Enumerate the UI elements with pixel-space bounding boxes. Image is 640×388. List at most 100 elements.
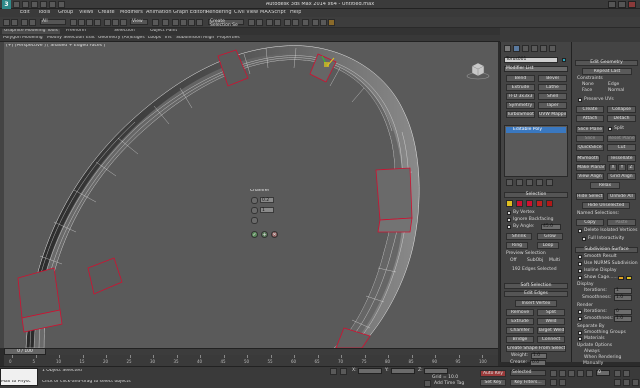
- render-iterations-field[interactable]: 0: [614, 309, 632, 315]
- new-file-icon[interactable]: [13, 1, 20, 8]
- menu-graph-editors[interactable]: Graph Editors: [173, 10, 207, 15]
- use-nurms-checkbox[interactable]: [578, 262, 582, 266]
- layer-manager-icon[interactable]: [266, 19, 273, 26]
- reset-plane-button[interactable]: Reset Plane: [607, 135, 636, 142]
- y-coordinate-field[interactable]: [391, 368, 415, 374]
- project-folder-icon[interactable]: [58, 1, 65, 8]
- connect-button[interactable]: Connect: [537, 336, 565, 343]
- ribbon-loops[interactable]: Loops: [148, 36, 161, 41]
- rectangle-selection-icon[interactable]: [86, 19, 93, 26]
- modify-tab-icon[interactable]: [513, 45, 520, 52]
- pivot-icon[interactable]: [152, 19, 159, 26]
- rotate-icon[interactable]: [112, 19, 119, 26]
- caddy-ok-icon[interactable]: ✓: [251, 231, 258, 238]
- cut-button[interactable]: Cut: [607, 144, 636, 151]
- show-end-result-icon[interactable]: [516, 179, 523, 186]
- attach-button[interactable]: Attach: [576, 115, 604, 122]
- redo-toolbar-icon[interactable]: [11, 19, 18, 26]
- orbit-icon[interactable]: [623, 379, 630, 386]
- key-filters-button[interactable]: Key Filters...: [510, 379, 546, 386]
- pin-stack-icon[interactable]: [506, 179, 513, 186]
- cage-color-2-swatch[interactable]: [626, 276, 632, 280]
- ribbon-polygon-modeling[interactable]: Polygon Modeling: [3, 36, 43, 41]
- menu-maxscript[interactable]: MAXScript: [260, 10, 286, 15]
- bevel-button[interactable]: Bevel: [538, 75, 567, 82]
- ribbon-tris[interactable]: Tris: [164, 36, 172, 41]
- minimize-icon[interactable]: [608, 1, 616, 8]
- snaps-toggle-icon[interactable]: [172, 19, 179, 26]
- modifier-list-dropdown[interactable]: Modifier List: [504, 66, 568, 72]
- constraint-face-radio[interactable]: Face: [582, 88, 592, 94]
- tab-selection[interactable]: Selection: [114, 29, 135, 34]
- create-button[interactable]: Create: [576, 106, 604, 113]
- hierarchy-tab-icon[interactable]: [522, 45, 529, 52]
- unhide-all-button[interactable]: Unhide All: [607, 193, 636, 200]
- split-button[interactable]: Split: [537, 309, 565, 316]
- menu-tools[interactable]: Tools: [38, 10, 50, 15]
- subdivision-surface-rollout[interactable]: Subdivision Surface: [575, 247, 638, 253]
- ribbon-edit[interactable]: Edit: [86, 36, 95, 41]
- chamfer-open-icon[interactable]: [251, 217, 258, 224]
- polygon-level-icon[interactable]: [536, 200, 543, 207]
- configure-sets-icon[interactable]: [546, 179, 553, 186]
- close-icon[interactable]: [628, 1, 636, 8]
- add-time-tag-text[interactable]: Add Time Tag: [434, 381, 464, 387]
- remove-button[interactable]: Remove: [506, 309, 534, 316]
- caddy-apply-icon[interactable]: +: [261, 231, 268, 238]
- save-file-icon[interactable]: [31, 1, 38, 8]
- planar-y-button[interactable]: Y: [618, 164, 626, 171]
- scale-icon[interactable]: [120, 19, 127, 26]
- menu-views[interactable]: Views: [79, 10, 93, 15]
- render-smoothness-field[interactable]: 1.0: [614, 316, 632, 322]
- create-tab-icon[interactable]: [504, 45, 511, 52]
- app-logo-icon[interactable]: 3: [2, 0, 11, 9]
- absolute-mode-icon[interactable]: [340, 368, 347, 375]
- taper-button[interactable]: Taper: [538, 102, 567, 109]
- edit-edges-rollout[interactable]: Edit Edges: [504, 291, 568, 297]
- split-checkbox[interactable]: [608, 127, 612, 131]
- render-production-icon[interactable]: [328, 19, 335, 26]
- maxscript-text[interactable]: Max to Physc: [1, 380, 31, 385]
- current-frame-field[interactable]: 0: [596, 370, 610, 376]
- z-coordinate-field[interactable]: [424, 368, 448, 374]
- auto-key-button[interactable]: Auto Key: [480, 370, 506, 377]
- key-mode-toggle-icon[interactable]: [550, 379, 557, 386]
- reference-coordinate-dropdown[interactable]: View: [130, 19, 148, 25]
- preserve-uvs-checkbox[interactable]: [578, 98, 582, 102]
- tab-graphite-modeling[interactable]: Graphite Modeling Tools: [2, 29, 61, 34]
- maximize-viewport-icon[interactable]: [632, 379, 639, 386]
- stack-item-editable-poly[interactable]: Editable Poly: [506, 127, 566, 133]
- ribbon-modify-selection[interactable]: Modify Selection: [47, 36, 84, 41]
- chamfer-amount-field[interactable]: 0.2: [260, 197, 274, 203]
- planar-z-button[interactable]: Z: [627, 164, 635, 171]
- select-object-icon[interactable]: [70, 19, 77, 26]
- preview-multi-radio[interactable]: Multi: [549, 258, 560, 264]
- open-file-icon[interactable]: [22, 1, 29, 8]
- edit-geometry-rollout[interactable]: Edit Geometry: [575, 60, 638, 66]
- unlink-icon[interactable]: [29, 19, 36, 26]
- ribbon-align[interactable]: Align: [203, 36, 214, 41]
- msmooth-button[interactable]: MSmooth: [576, 155, 600, 162]
- select-by-name-icon[interactable]: [78, 19, 85, 26]
- ribbon-geometry[interactable]: Geometry (All): [98, 36, 131, 41]
- delete-isolated-checkbox[interactable]: [578, 229, 582, 233]
- render-setup-icon[interactable]: [312, 19, 319, 26]
- bridge-button[interactable]: Bridge: [506, 336, 534, 343]
- material-editor-icon[interactable]: [302, 19, 309, 26]
- menu-edit[interactable]: Edit: [20, 10, 30, 15]
- ignore-backfacing-checkbox[interactable]: [507, 218, 511, 222]
- symmetry-button[interactable]: Symmetry: [506, 102, 535, 109]
- undo-toolbar-icon[interactable]: [3, 19, 10, 26]
- vertex-level-icon[interactable]: [506, 200, 513, 207]
- create-shape-button[interactable]: Create Shape From Selection: [506, 345, 566, 352]
- make-planar-button[interactable]: Make Planar: [576, 164, 606, 171]
- ribbon-edges[interactable]: Edges: [131, 36, 145, 41]
- maximize-icon[interactable]: [618, 1, 626, 8]
- graphite-toggle-icon[interactable]: [274, 19, 281, 26]
- slice-plane-button[interactable]: Slice Plane: [576, 126, 604, 133]
- ffd-button[interactable]: FFD 3x3x3: [506, 93, 535, 100]
- by-vertex-checkbox[interactable]: [507, 211, 511, 215]
- time-slider[interactable]: 0 / 100: [4, 348, 46, 355]
- border-level-icon[interactable]: [526, 200, 533, 207]
- hide-unselected-button[interactable]: Hide Unselected: [582, 202, 630, 209]
